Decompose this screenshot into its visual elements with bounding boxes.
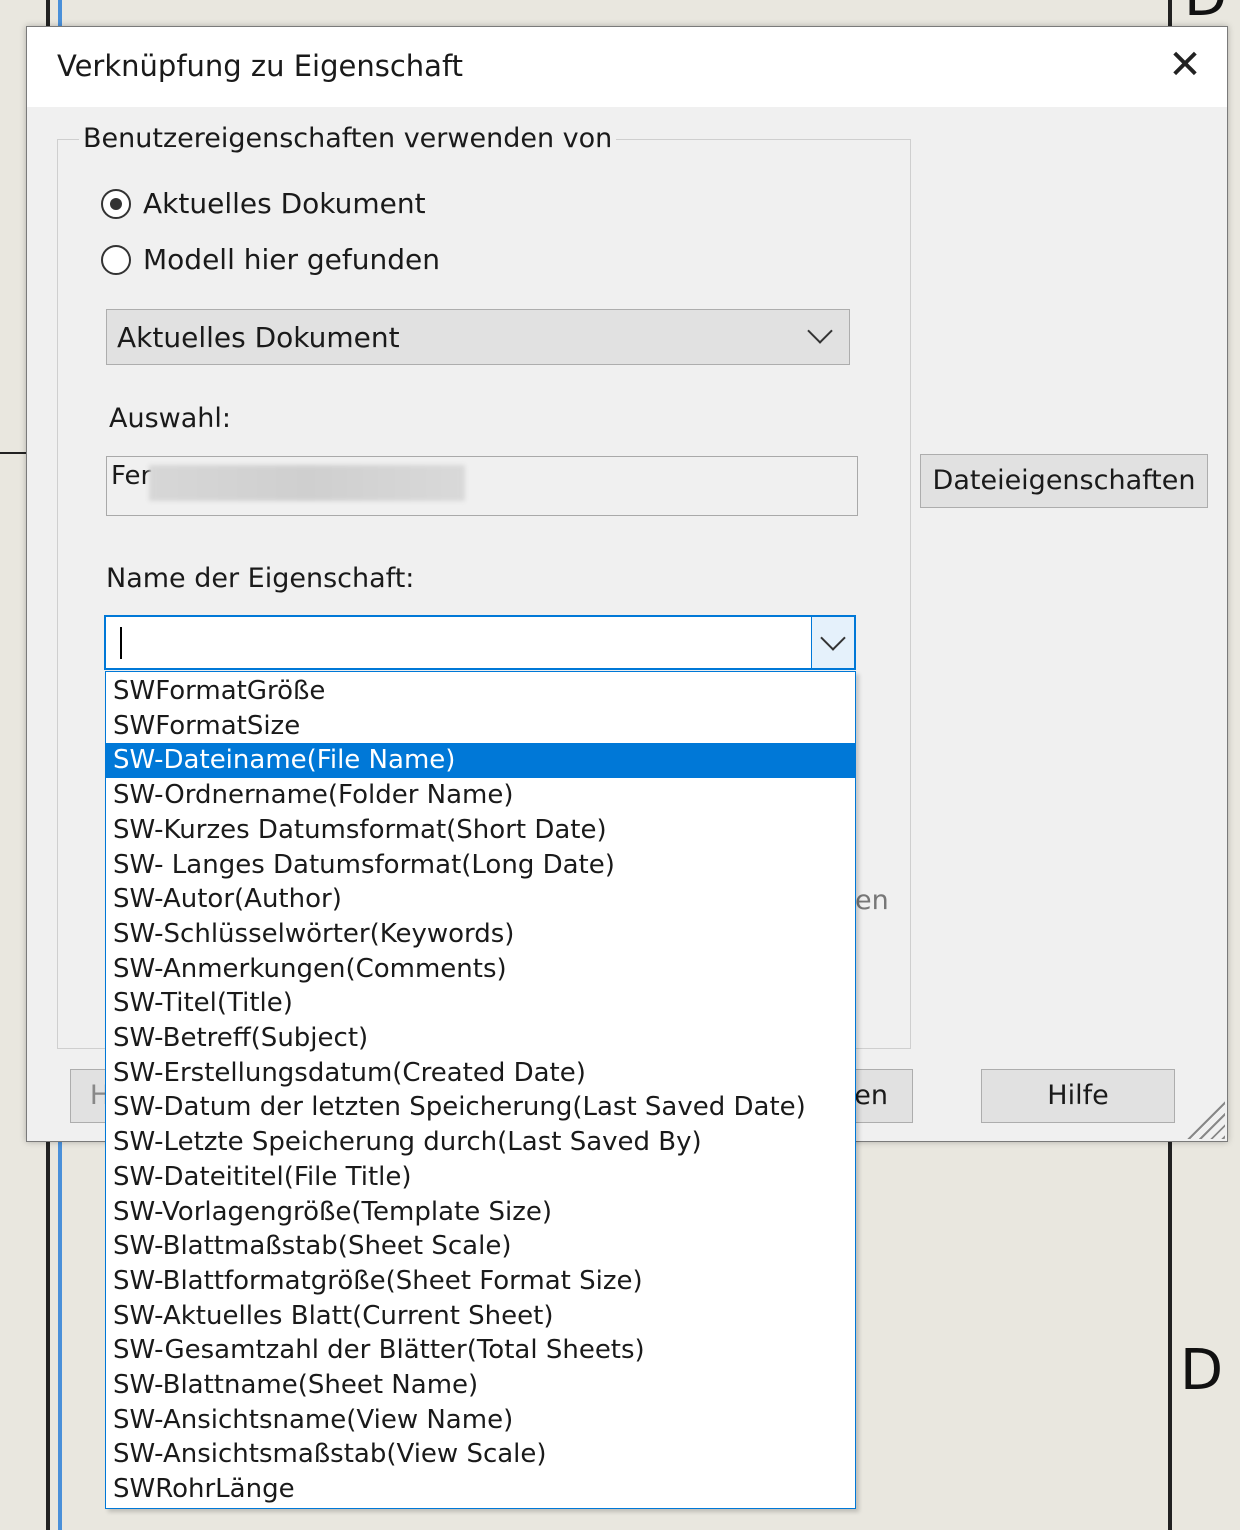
dropdown-option[interactable]: SW-Blattformatgröße(Sheet Format Size) xyxy=(106,1264,855,1299)
chevron-down-icon xyxy=(820,625,846,651)
hidden-option-text: en xyxy=(855,885,889,916)
dropdown-option[interactable]: SW-Letzte Speicherung durch(Last Saved B… xyxy=(106,1125,855,1160)
dropdown-option[interactable]: SW-Vorlagengröße(Template Size) xyxy=(106,1195,855,1230)
redacted-text xyxy=(149,465,465,501)
dropdown-option[interactable]: SW-Ordnername(Folder Name) xyxy=(106,778,855,813)
close-icon[interactable]: ✕ xyxy=(1155,33,1215,97)
property-name-dropdown-button[interactable] xyxy=(811,617,854,668)
dropdown-option[interactable]: SWFormatSize xyxy=(106,709,855,744)
dialog-title: Verknüpfung zu Eigenschaft xyxy=(57,49,464,83)
source-document-select[interactable]: Aktuelles Dokument xyxy=(106,309,850,365)
dropdown-option[interactable]: SW-Datum der letzten Speicherung(Last Sa… xyxy=(106,1090,855,1125)
radio-checked-icon[interactable] xyxy=(101,189,131,219)
dropdown-option[interactable]: SWFormatGröße xyxy=(106,674,855,709)
selection-label: Auswahl: xyxy=(109,403,231,434)
dropdown-option[interactable]: SW-Erstellungsdatum(Created Date) xyxy=(106,1056,855,1091)
dropdown-option[interactable]: SW-Autor(Author) xyxy=(106,882,855,917)
dropdown-option[interactable]: SW-Anmerkungen(Comments) xyxy=(106,952,855,987)
dropdown-option[interactable]: SW-Blattname(Sheet Name) xyxy=(106,1368,855,1403)
drawing-zone-letter-top: D xyxy=(1184,0,1227,29)
chevron-down-icon xyxy=(807,318,833,344)
dropdown-option[interactable]: SWRohrLänge xyxy=(106,1472,855,1507)
dropdown-option[interactable]: SW-Betreff(Subject) xyxy=(106,1021,855,1056)
dropdown-option[interactable]: SW-Blattmaßstab(Sheet Scale) xyxy=(106,1229,855,1264)
dropdown-option[interactable]: SW-Aktuelles Blatt(Current Sheet) xyxy=(106,1299,855,1334)
dropdown-option[interactable]: SW-Titel(Title) xyxy=(106,986,855,1021)
dropdown-option[interactable]: SW-Schlüsselwörter(Keywords) xyxy=(106,917,855,952)
property-name-combobox[interactable] xyxy=(104,615,856,670)
dropdown-option[interactable]: SW-Ansichtsmaßstab(View Scale) xyxy=(106,1437,855,1472)
radio-model-found-here-label: Modell hier gefunden xyxy=(143,243,441,276)
file-properties-button[interactable]: Dateieigenschaften xyxy=(920,454,1208,508)
property-name-label: Name der Eigenschaft: xyxy=(106,563,415,594)
dropdown-option[interactable]: SW-Dateiname(File Name) xyxy=(106,743,855,779)
text-cursor xyxy=(120,627,122,659)
dropdown-option[interactable]: SW- Langes Datumsformat(Long Date) xyxy=(106,848,855,883)
file-properties-button-label: Dateieigenschaften xyxy=(932,465,1196,496)
dropdown-option[interactable]: SW-Kurzes Datumsformat(Short Date) xyxy=(106,813,855,848)
help-button-label: Hilfe xyxy=(1047,1080,1109,1111)
resize-grip-icon[interactable] xyxy=(1185,1099,1225,1139)
radio-unchecked-icon[interactable] xyxy=(101,245,131,275)
group-label: Benutzereigenschaften verwenden von xyxy=(79,123,617,154)
dropdown-option[interactable]: SW-Ansichtsname(View Name) xyxy=(106,1403,855,1438)
help-button[interactable]: Hilfe xyxy=(981,1069,1175,1123)
dialog-titlebar: Verknüpfung zu Eigenschaft ✕ xyxy=(27,27,1227,107)
selection-field: Fer xyxy=(106,456,858,516)
source-document-value: Aktuelles Dokument xyxy=(117,321,400,354)
drawing-zone-letter-bottom: D xyxy=(1180,1338,1224,1403)
radio-current-document-label: Aktuelles Dokument xyxy=(143,187,426,220)
dropdown-option[interactable]: SW-Dateititel(File Title) xyxy=(106,1160,855,1195)
property-name-dropdown-list[interactable]: SWFormatGröße SWFormatSize SW-Dateiname(Fi… xyxy=(105,671,856,1509)
dropdown-option[interactable]: SW-Gesamtzahl der Blätter(Total Sheets) xyxy=(106,1333,855,1368)
drawing-tick xyxy=(0,452,28,454)
selection-value: Fer xyxy=(111,461,152,491)
